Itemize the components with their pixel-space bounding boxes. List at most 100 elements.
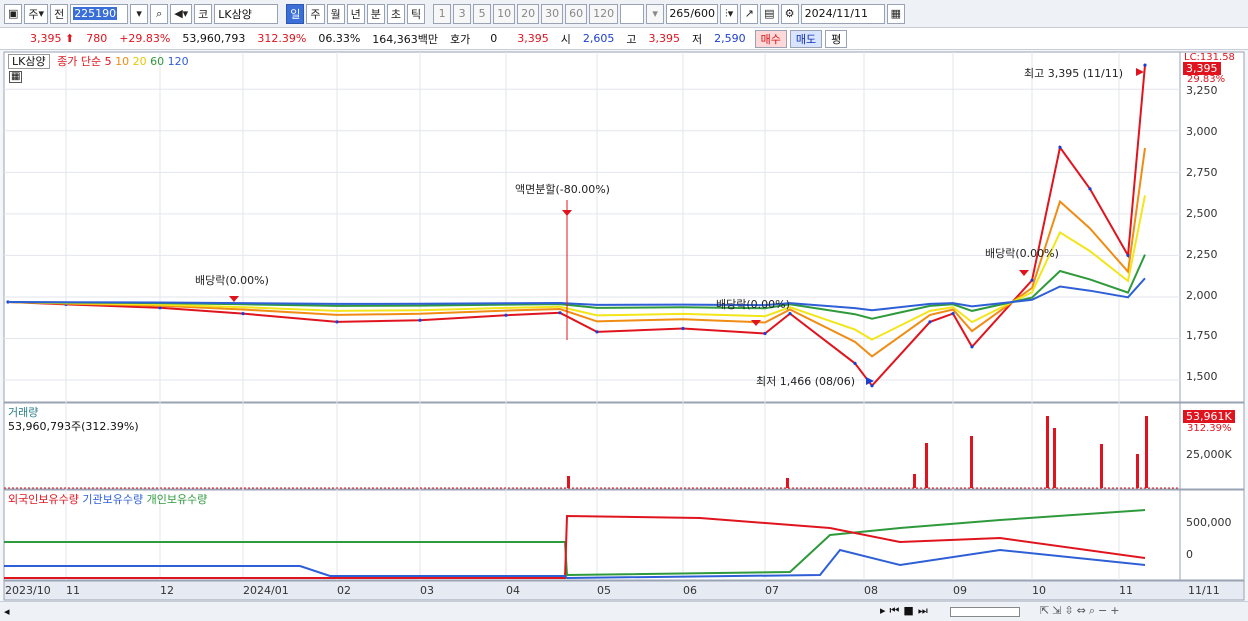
legend-institution: 기관보유수량 <box>82 493 144 506</box>
holdings-tick: 500,000 <box>1186 516 1232 529</box>
volume-bar <box>970 436 973 488</box>
interval-5[interactable]: 5 <box>473 3 492 24</box>
volume-value: 53,960,793 <box>182 32 246 45</box>
legend-ma60: 60 <box>150 55 165 68</box>
dividend-annotation-2: 배당락(0.00%) <box>716 298 790 311</box>
current-value: 3,395 <box>517 32 549 45</box>
search-icon[interactable]: ⌕ <box>150 3 169 24</box>
x-tick: 03 <box>420 584 434 597</box>
legend-ma120: 120 <box>167 55 189 68</box>
chart-type-icon[interactable]: ⫶▾ <box>720 3 739 24</box>
price-point <box>1058 145 1062 149</box>
count-value: 265 <box>669 7 691 20</box>
volume-tag: 53,961K <box>1183 410 1235 423</box>
tab-year[interactable]: 년 <box>346 3 365 24</box>
table-icon[interactable]: ▦ <box>9 71 23 83</box>
price-tick: 3,000 <box>1186 125 1218 138</box>
price-tick: 2,500 <box>1186 207 1218 220</box>
scroll-bar[interactable]: ◂ ▸⏮■⏭ ⇱⇲⇳⇔⌕−+ <box>0 601 1248 621</box>
volume-tick: 25,000K <box>1186 448 1232 461</box>
volume-bar <box>925 443 928 488</box>
volume-pct-tag: 312.39% <box>1187 423 1232 434</box>
interval-custom-select[interactable] <box>620 3 645 24</box>
toolbar: ▣ 주 ▾ 전 225190 ▾ ⌕ ◀▾ 코 LK삼양 일 주 월 년 분 초 … <box>0 0 1248 28</box>
period-select[interactable]: 주 ▾ <box>24 3 49 24</box>
speaker-icon[interactable]: ◀▾ <box>170 3 193 24</box>
price-point <box>870 384 874 388</box>
layout-icon[interactable]: ▣ <box>4 3 23 24</box>
holdings-axis-panel <box>1179 489 1245 581</box>
price-point <box>595 330 599 334</box>
tab-month[interactable]: 월 <box>326 3 345 24</box>
eval-button[interactable]: 평 <box>825 29 848 48</box>
calendar-icon[interactable]: ▦ <box>886 3 905 24</box>
legend-ma-label: 종가 단순 <box>57 55 102 68</box>
code-prefix[interactable]: 코 <box>194 3 213 24</box>
price-point <box>681 326 685 331</box>
tab-week[interactable]: 주 <box>306 3 325 24</box>
sell-button[interactable]: 매도 <box>789 29 823 48</box>
zoom-slider[interactable] <box>950 607 1020 617</box>
interval-10[interactable]: 10 <box>493 3 516 24</box>
interval-dropdown-button[interactable]: ▾ <box>646 3 665 24</box>
x-tick: 07 <box>765 584 779 597</box>
hoga-label: 호가 <box>450 32 471 46</box>
x-tick: 04 <box>506 584 520 597</box>
price-tick: 2,250 <box>1186 248 1218 261</box>
tab-day[interactable]: 일 <box>286 3 305 24</box>
gear-icon[interactable]: ⚙ <box>780 3 799 24</box>
stock-chart-window: ▣ 주 ▾ 전 225190 ▾ ⌕ ◀▾ 코 LK삼양 일 주 월 년 분 초 … <box>0 0 1248 621</box>
count-field[interactable]: 265/600 <box>666 3 719 24</box>
x-tick: 02 <box>337 584 351 597</box>
stock-name-field[interactable]: LK삼양 <box>214 3 279 24</box>
zoom-tools[interactable]: ⇱⇲⇳⇔⌕−+ <box>1040 604 1122 618</box>
legend-foreign: 외국인보유수량 <box>8 493 79 506</box>
legend-ma10: 10 <box>115 55 130 68</box>
draw-tool-icon[interactable]: ↗ <box>740 3 759 24</box>
high-label: 고 <box>626 32 637 46</box>
chart-canvas[interactable] <box>0 50 1248 621</box>
period-label: 주 <box>28 7 39 21</box>
interval-3[interactable]: 3 <box>453 3 472 24</box>
price-value: 3,395 ⬆ <box>30 32 75 45</box>
count-max: /600 <box>690 7 716 20</box>
price-point <box>951 312 955 316</box>
x-tick: 06 <box>683 584 697 597</box>
prev-button[interactable]: 전 <box>50 3 69 24</box>
price-point <box>763 331 767 336</box>
scroll-left-icon[interactable]: ◂ <box>4 605 10 618</box>
x-tick: 11 <box>1119 584 1133 597</box>
x-tick: 12 <box>160 584 174 597</box>
holdings-tick: 0 <box>1186 548 1193 561</box>
x-tick: 10 <box>1032 584 1046 597</box>
volume-value: 53,960,793주(312.39%) <box>8 420 139 433</box>
turnover-value: 06.33% <box>318 32 361 45</box>
open-label: 시 <box>560 32 571 46</box>
tab-tick[interactable]: 틱 <box>407 3 426 24</box>
interval-20[interactable]: 20 <box>517 3 540 24</box>
interval-30[interactable]: 30 <box>541 3 564 24</box>
interval-120[interactable]: 120 <box>589 3 619 24</box>
save-icon[interactable]: ▤ <box>760 3 779 24</box>
x-axis-strip <box>3 580 1245 601</box>
interval-60[interactable]: 60 <box>565 3 588 24</box>
volume-bar <box>1136 454 1139 488</box>
interval-1[interactable]: 1 <box>433 3 452 24</box>
playback-controls[interactable]: ▸⏮■⏭ <box>880 604 932 618</box>
open-value: 2,605 <box>582 32 615 45</box>
buy-button[interactable]: 매수 <box>754 29 787 48</box>
legend-individual: 개인보유수량 <box>146 493 208 506</box>
price-point <box>335 320 339 324</box>
chart-area[interactable]: LK삼양 종가 단순 5 10 20 60 120 ▦ 3,250 3,000 … <box>0 50 1248 621</box>
tab-minute[interactable]: 분 <box>366 3 385 24</box>
code-dropdown-button[interactable]: ▾ <box>130 3 149 24</box>
change-pct: +29.83% <box>119 32 171 45</box>
date-field[interactable]: 2024/11/11 <box>800 3 885 24</box>
tab-second[interactable]: 초 <box>386 3 406 24</box>
stock-code-input[interactable]: 225190 <box>70 3 129 24</box>
split-annotation: 액면분할(-80.00%) <box>515 183 610 196</box>
high-annotation: 최고 3,395 (11/11) <box>1024 67 1124 80</box>
legend-ma5: 5 <box>104 55 112 68</box>
price-point <box>558 311 562 315</box>
amount-value: 164,363백만 <box>372 32 439 46</box>
